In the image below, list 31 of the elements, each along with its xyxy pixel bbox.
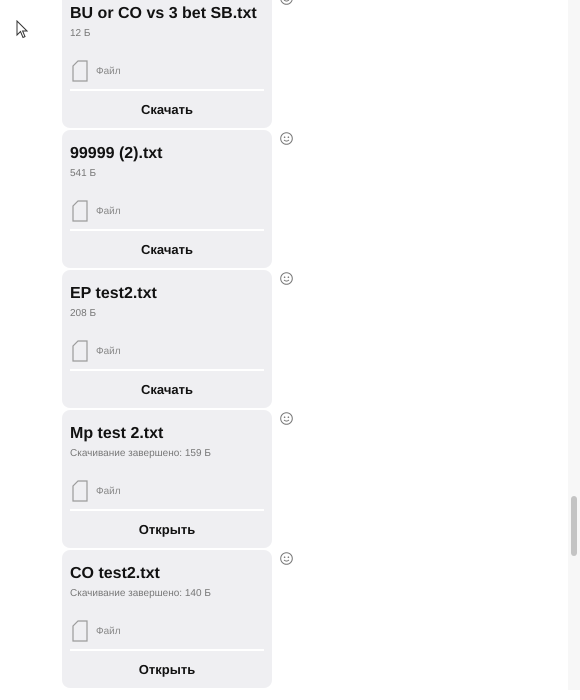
file-action-button[interactable]: Открыть <box>70 511 264 548</box>
document-icon <box>72 480 88 502</box>
file-status: 12 Б <box>70 28 92 40</box>
file-name: BU or CO vs 3 bet SB.txt <box>70 4 258 24</box>
file-type: Файл <box>96 624 121 638</box>
file-type: Файл <box>96 344 121 358</box>
file-status: 208 Б <box>70 308 98 320</box>
document-icon <box>72 60 88 82</box>
scrollbar-thumb[interactable] <box>571 496 577 556</box>
smiley-icon[interactable] <box>280 132 293 145</box>
file-status: Скачивание завершено: 159 Б <box>70 448 212 460</box>
file-name: CO test2.txt <box>70 564 161 584</box>
smiley-icon[interactable] <box>280 552 293 565</box>
file-action-button[interactable]: Скачать <box>70 231 264 268</box>
cursor-icon <box>16 20 28 39</box>
file-type: Файл <box>96 204 121 218</box>
file-name: EP test2.txt <box>70 284 158 304</box>
smiley-icon[interactable] <box>280 412 293 425</box>
file-action-button[interactable]: Скачать <box>70 371 264 408</box>
file-action-button[interactable]: Открыть <box>70 651 264 688</box>
document-icon <box>72 200 88 222</box>
document-icon <box>72 340 88 362</box>
file-name: Mp test 2.txt <box>70 424 164 444</box>
file-action-button[interactable]: Скачать <box>70 91 264 128</box>
file-name: 99999 (2).txt <box>70 144 164 164</box>
file-status: 541 Б <box>70 168 98 180</box>
file-status: Скачивание завершено: 140 Б <box>70 588 212 600</box>
smiley-icon[interactable] <box>280 272 293 285</box>
document-icon <box>72 620 88 642</box>
file-type: Файл <box>96 64 121 78</box>
file-type: Файл <box>96 484 121 498</box>
